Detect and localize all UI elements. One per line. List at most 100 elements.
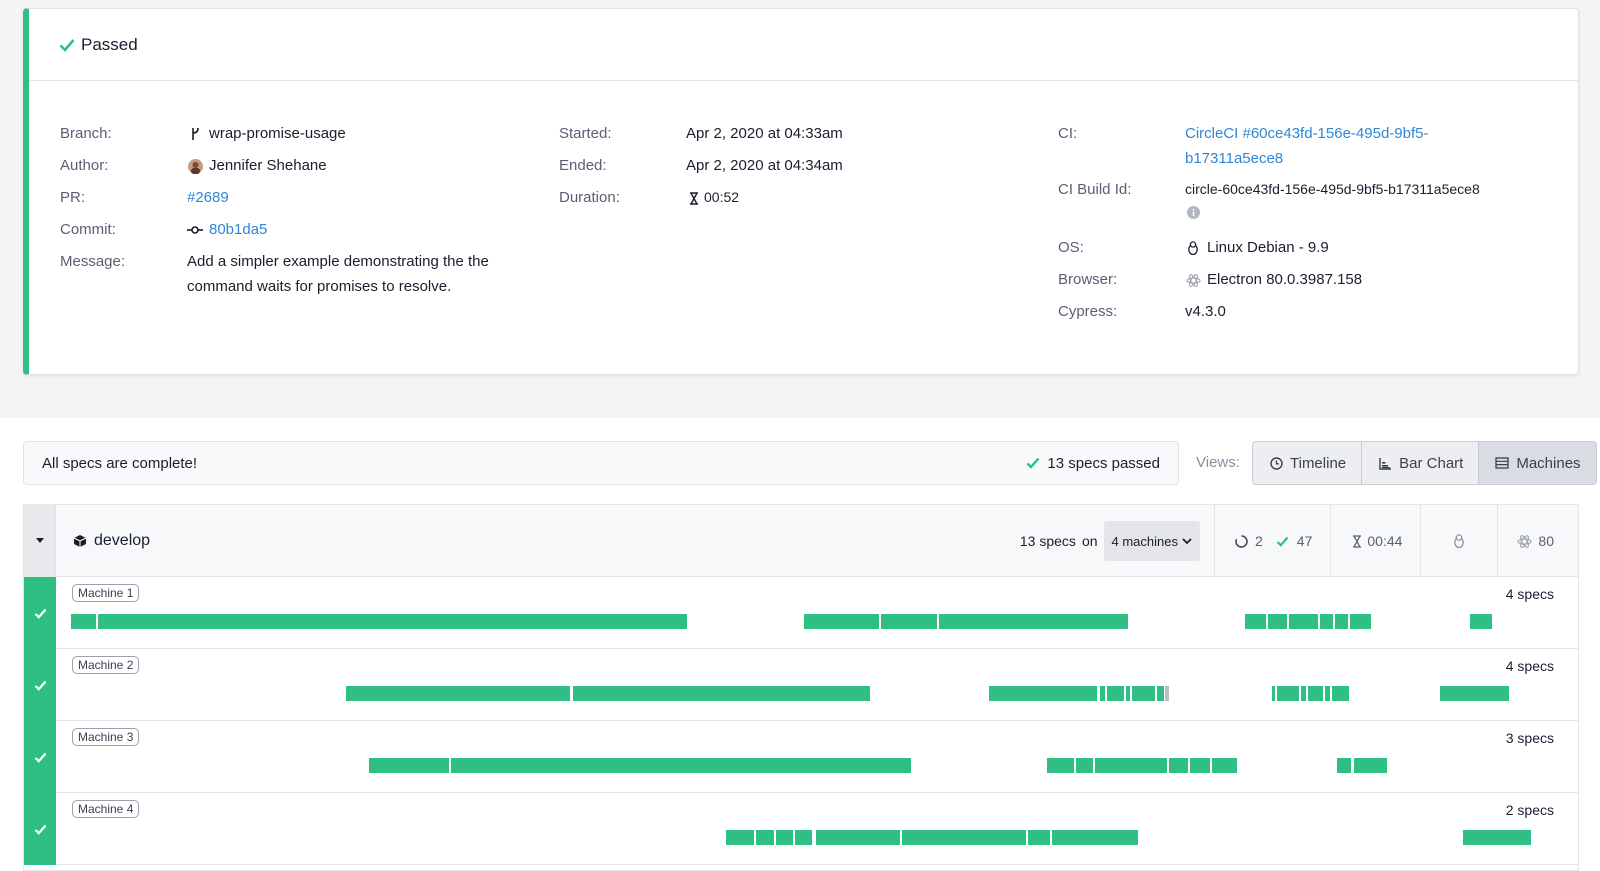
spec-timeline-bar[interactable]: [1301, 686, 1306, 701]
spec-timeline-bar[interactable]: [1190, 758, 1210, 773]
electron-icon: [1185, 271, 1201, 289]
linux-icon: [1185, 239, 1201, 257]
pr-link[interactable]: #2689: [187, 189, 229, 206]
spec-timeline-bar[interactable]: [1470, 614, 1492, 629]
meta-mid: Started: Apr 2, 2020 at 04:33am Ended: A…: [559, 125, 843, 221]
group-pending-count: 2: [1255, 533, 1263, 549]
spec-timeline-bar[interactable]: [756, 830, 774, 845]
spec-timeline-bar[interactable]: [1212, 758, 1237, 773]
started-label: Started:: [559, 125, 612, 142]
machine-tag: Machine 2: [72, 656, 140, 674]
ci-link-line-2[interactable]: b17311a5ece8: [1185, 146, 1283, 171]
spec-timeline-bar[interactable]: [573, 686, 870, 701]
machine-spec-count: 2 specs: [1505, 802, 1554, 818]
spec-timeline-bar[interactable]: [1047, 758, 1074, 773]
message-row: Message: Add a simpler example demonstra…: [60, 253, 489, 309]
machine-spec-count: 3 specs: [1505, 730, 1554, 746]
check-icon: [1275, 532, 1291, 550]
check-icon: [34, 608, 46, 619]
collapse-toggle[interactable]: [24, 504, 56, 577]
spec-timeline-bar[interactable]: [1132, 686, 1155, 701]
group-header: develop 13 specs on 4 machines 2 47 00:4…: [24, 504, 1578, 577]
spec-timeline-bar[interactable]: [1354, 758, 1387, 773]
view-bar-chart-button[interactable]: Bar Chart: [1362, 442, 1480, 484]
view-bar-chart-label: Bar Chart: [1399, 454, 1464, 472]
duration-row: Duration: 00:52: [559, 189, 843, 221]
spec-timeline-bar[interactable]: [1052, 830, 1138, 845]
ci-link[interactable]: CircleCI #60ce43fd-156e-495d-9bf5- b1731…: [1185, 121, 1428, 171]
run-status-header: Passed: [29, 9, 1578, 81]
spec-timeline-bar[interactable]: [369, 758, 449, 773]
commit-link[interactable]: 80b1da5: [209, 221, 267, 238]
specs-status-bar: All specs are complete! 13 specs passed: [23, 441, 1179, 485]
spec-timeline-bar[interactable]: [1332, 686, 1349, 701]
author-value: Jennifer Shehane: [209, 157, 327, 174]
os-value: Linux Debian - 9.9: [1207, 239, 1329, 256]
spec-timeline-bar[interactable]: [1126, 686, 1130, 701]
info-icon[interactable]: [1185, 203, 1201, 221]
run-status-label: Passed: [81, 34, 138, 54]
spec-timeline-bar[interactable]: [1350, 614, 1371, 629]
ci-build-row: CI Build Id: circle-60ce43fd-156e-495d-9…: [1058, 181, 1480, 239]
spec-timeline-bar[interactable]: [902, 830, 1026, 845]
view-timeline-button[interactable]: Timeline: [1253, 442, 1363, 484]
spec-timeline-bar[interactable]: [1337, 758, 1351, 773]
spec-timeline-bar[interactable]: [451, 758, 911, 773]
spec-timeline-bar[interactable]: [1277, 686, 1299, 701]
spec-timeline-bar[interactable]: [939, 614, 1128, 629]
machine-status: [24, 577, 56, 649]
spec-timeline-bar[interactable]: [1245, 614, 1266, 629]
group-stats-status: 2 47: [1214, 505, 1330, 577]
spec-timeline-bar[interactable]: [1463, 830, 1531, 845]
linux-icon: [1451, 532, 1467, 550]
group-name: develop: [94, 531, 151, 549]
spec-timeline-bar[interactable]: [726, 830, 754, 845]
spec-timeline-bar[interactable]: [795, 830, 812, 845]
spec-timeline-bar[interactable]: [1335, 614, 1348, 629]
cube-icon: [72, 532, 88, 550]
spec-timeline-bar[interactable]: [1157, 686, 1164, 701]
spec-timeline-bar[interactable]: [1440, 686, 1509, 701]
view-machines-button[interactable]: Machines: [1479, 442, 1596, 484]
spec-timeline-bar[interactable]: [1169, 758, 1188, 773]
machines-select[interactable]: 4 machines: [1103, 521, 1200, 561]
spec-timeline-bar[interactable]: [881, 614, 937, 629]
group-stats-os: [1420, 505, 1497, 577]
spec-timeline-bar[interactable]: [1289, 614, 1318, 629]
spec-timeline-bar[interactable]: [1095, 758, 1167, 773]
spec-timeline-bar[interactable]: [1272, 686, 1275, 701]
spec-timeline-bar[interactable]: [1100, 686, 1105, 701]
commit-icon: [187, 221, 203, 239]
ci-link-line-1[interactable]: CircleCI #60ce43fd-156e-495d-9bf5-: [1185, 121, 1428, 146]
ended-row: Ended: Apr 2, 2020 at 04:34am: [559, 157, 843, 189]
spec-timeline-bar[interactable]: [776, 830, 793, 845]
author-label: Author:: [60, 157, 109, 174]
spec-timeline-bar[interactable]: [1076, 758, 1093, 773]
spec-timeline-bar[interactable]: [804, 614, 879, 629]
ci-row: CI: CircleCI #60ce43fd-156e-495d-9bf5- b…: [1058, 125, 1480, 181]
hourglass-icon: [686, 189, 702, 207]
started-value: Apr 2, 2020 at 04:33am: [686, 125, 843, 142]
spec-timeline-bar[interactable]: [1107, 686, 1124, 701]
meta-right: CI: CircleCI #60ce43fd-156e-495d-9bf5- b…: [1058, 125, 1480, 335]
spec-timeline-bar[interactable]: [1028, 830, 1050, 845]
message-label: Message:: [60, 253, 126, 270]
spec-timeline-bar[interactable]: [1308, 686, 1323, 701]
spec-timeline-bar[interactable]: [71, 614, 96, 629]
group-stats-browser: 80: [1497, 505, 1578, 577]
cypress-label: Cypress:: [1058, 303, 1118, 320]
view-timeline-label: Timeline: [1290, 454, 1347, 472]
spec-timeline-bar[interactable]: [346, 686, 570, 701]
machine-spec-count: 4 specs: [1505, 658, 1554, 674]
duration-label: Duration:: [559, 189, 620, 206]
spec-timeline-bar[interactable]: [1325, 686, 1330, 701]
spec-timeline-bar[interactable]: [1268, 614, 1287, 629]
spec-timeline-bar[interactable]: [98, 614, 687, 629]
spec-timeline-bar[interactable]: [816, 830, 900, 845]
spec-timeline-bar[interactable]: [989, 686, 1097, 701]
group-browser-version: 80: [1538, 533, 1554, 549]
spec-timeline-bar[interactable]: [1165, 686, 1169, 701]
group-passed-count: 47: [1296, 533, 1313, 549]
spec-timeline-bar[interactable]: [1320, 614, 1333, 629]
os-row: OS: Linux Debian - 9.9: [1058, 239, 1480, 271]
